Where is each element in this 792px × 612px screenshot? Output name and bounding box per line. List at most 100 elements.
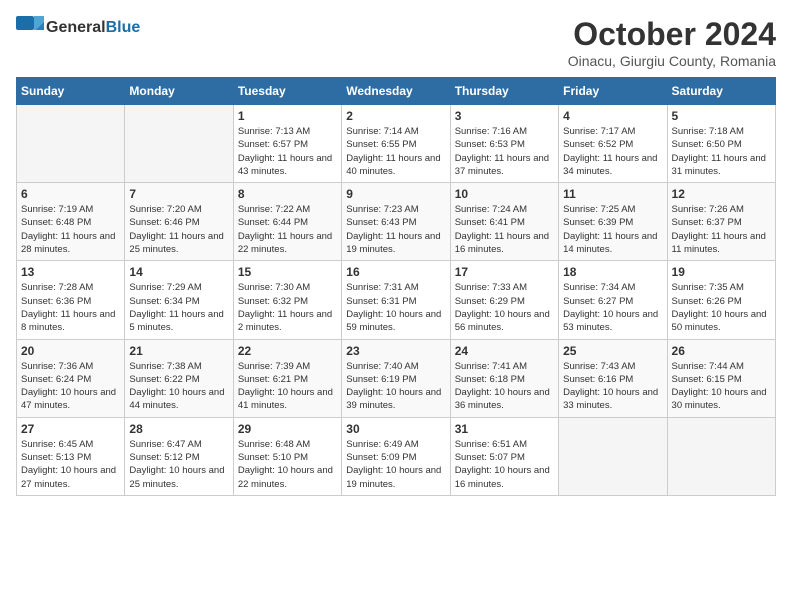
logo-blue: Blue — [106, 19, 141, 36]
calendar-day-cell: 19Sunrise: 7:35 AM Sunset: 6:26 PM Dayli… — [667, 261, 775, 339]
day-detail: Sunrise: 7:38 AM Sunset: 6:22 PM Dayligh… — [129, 360, 228, 413]
calendar-day-cell: 31 Sunrise: 6:51 AM Sunset: 5:07 PM Dayli… — [450, 417, 558, 495]
calendar-week-row: 6 Sunrise: 7:19 AM Sunset: 6:48 PM Daylig… — [17, 183, 776, 261]
day-detail: Sunrise: 7:26 AM Sunset: 6:37 PM Dayligh… — [672, 203, 771, 256]
logo-general: General — [46, 19, 106, 36]
day-number: 1 — [238, 109, 337, 123]
day-detail: Sunrise: 6:49 AM Sunset: 5:09 PM Dayligh… — [346, 438, 445, 491]
day-detail: Sunrise: 7:18 AM Sunset: 6:50 PM Dayligh… — [672, 125, 771, 178]
day-detail: Sunrise: 7:28 AM Sunset: 6:36 PM Dayligh… — [21, 281, 120, 334]
calendar-week-row: 1 Sunrise: 7:13 AM Sunset: 6:57 PM Daylig… — [17, 105, 776, 183]
calendar-day-cell: 29Sunrise: 6:48 AM Sunset: 5:10 PM Dayli… — [233, 417, 341, 495]
weekday-header-cell: Sunday — [17, 78, 125, 105]
location-title: Oinacu, Giurgiu County, Romania — [568, 53, 776, 69]
day-number: 24 — [455, 344, 554, 358]
day-number: 8 — [238, 187, 337, 201]
calendar-day-cell: 20 Sunrise: 7:36 AM Sunset: 6:24 PM Dayli… — [17, 339, 125, 417]
day-number: 9 — [346, 187, 445, 201]
day-number: 14 — [129, 265, 228, 279]
weekday-header-cell: Thursday — [450, 78, 558, 105]
calendar-day-cell: 4 Sunrise: 7:17 AM Sunset: 6:52 PM Daylig… — [559, 105, 667, 183]
day-detail: Sunrise: 7:25 AM Sunset: 6:39 PM Dayligh… — [563, 203, 662, 256]
calendar-week-row: 27 Sunrise: 6:45 AM Sunset: 5:13 PM Dayli… — [17, 417, 776, 495]
day-detail: Sunrise: 7:24 AM Sunset: 6:41 PM Dayligh… — [455, 203, 554, 256]
day-detail: Sunrise: 7:35 AM Sunset: 6:26 PM Dayligh… — [672, 281, 771, 334]
day-detail: Sunrise: 7:31 AM Sunset: 6:31 PM Dayligh… — [346, 281, 445, 334]
day-number: 31 — [455, 422, 554, 436]
day-detail: Sunrise: 7:17 AM Sunset: 6:52 PM Dayligh… — [563, 125, 662, 178]
day-detail: Sunrise: 7:41 AM Sunset: 6:18 PM Dayligh… — [455, 360, 554, 413]
calendar-day-cell: 22 Sunrise: 7:39 AM Sunset: 6:21 PM Dayli… — [233, 339, 341, 417]
day-detail: Sunrise: 7:34 AM Sunset: 6:27 PM Dayligh… — [563, 281, 662, 334]
day-detail: Sunrise: 7:40 AM Sunset: 6:19 PM Dayligh… — [346, 360, 445, 413]
day-number: 12 — [672, 187, 771, 201]
day-detail: Sunrise: 7:36 AM Sunset: 6:24 PM Dayligh… — [21, 360, 120, 413]
weekday-header-cell: Wednesday — [342, 78, 450, 105]
calendar-day-cell: 24 Sunrise: 7:41 AM Sunset: 6:18 PM Dayli… — [450, 339, 558, 417]
calendar-day-cell: 7 Sunrise: 7:20 AM Sunset: 6:46 PM Daylig… — [125, 183, 233, 261]
day-number: 20 — [21, 344, 120, 358]
day-detail: Sunrise: 6:45 AM Sunset: 5:13 PM Dayligh… — [21, 438, 120, 491]
day-detail: Sunrise: 7:16 AM Sunset: 6:53 PM Dayligh… — [455, 125, 554, 178]
day-detail: Sunrise: 6:48 AM Sunset: 5:10 PM Dayligh… — [238, 438, 337, 491]
calendar-day-cell: 3 Sunrise: 7:16 AM Sunset: 6:53 PM Daylig… — [450, 105, 558, 183]
day-detail: Sunrise: 7:44 AM Sunset: 6:15 PM Dayligh… — [672, 360, 771, 413]
calendar-week-row: 20 Sunrise: 7:36 AM Sunset: 6:24 PM Dayli… — [17, 339, 776, 417]
calendar-day-cell: 18 Sunrise: 7:34 AM Sunset: 6:27 PM Dayli… — [559, 261, 667, 339]
calendar-day-cell: 5Sunrise: 7:18 AM Sunset: 6:50 PM Daylig… — [667, 105, 775, 183]
calendar-day-cell — [667, 417, 775, 495]
calendar-day-cell — [559, 417, 667, 495]
calendar-day-cell: 27 Sunrise: 6:45 AM Sunset: 5:13 PM Dayli… — [17, 417, 125, 495]
calendar-day-cell: 1 Sunrise: 7:13 AM Sunset: 6:57 PM Daylig… — [233, 105, 341, 183]
day-number: 22 — [238, 344, 337, 358]
calendar-day-cell: 13 Sunrise: 7:28 AM Sunset: 6:36 PM Dayli… — [17, 261, 125, 339]
calendar-day-cell: 15Sunrise: 7:30 AM Sunset: 6:32 PM Dayli… — [233, 261, 341, 339]
day-number: 7 — [129, 187, 228, 201]
day-detail: Sunrise: 7:33 AM Sunset: 6:29 PM Dayligh… — [455, 281, 554, 334]
day-number: 2 — [346, 109, 445, 123]
day-detail: Sunrise: 7:29 AM Sunset: 6:34 PM Dayligh… — [129, 281, 228, 334]
calendar-day-cell: 28 Sunrise: 6:47 AM Sunset: 5:12 PM Dayli… — [125, 417, 233, 495]
day-detail: Sunrise: 7:13 AM Sunset: 6:57 PM Dayligh… — [238, 125, 337, 178]
day-number: 4 — [563, 109, 662, 123]
calendar-day-cell: 17 Sunrise: 7:33 AM Sunset: 6:29 PM Dayli… — [450, 261, 558, 339]
calendar-day-cell — [17, 105, 125, 183]
calendar-day-cell: 14 Sunrise: 7:29 AM Sunset: 6:34 PM Dayli… — [125, 261, 233, 339]
day-detail: Sunrise: 6:47 AM Sunset: 5:12 PM Dayligh… — [129, 438, 228, 491]
weekday-header-cell: Friday — [559, 78, 667, 105]
calendar-day-cell: 25Sunrise: 7:43 AM Sunset: 6:16 PM Dayli… — [559, 339, 667, 417]
day-number: 13 — [21, 265, 120, 279]
calendar-week-row: 13 Sunrise: 7:28 AM Sunset: 6:36 PM Dayli… — [17, 261, 776, 339]
day-detail: Sunrise: 7:39 AM Sunset: 6:21 PM Dayligh… — [238, 360, 337, 413]
day-number: 30 — [346, 422, 445, 436]
day-number: 23 — [346, 344, 445, 358]
day-number: 21 — [129, 344, 228, 358]
calendar-day-cell: 10Sunrise: 7:24 AM Sunset: 6:41 PM Dayli… — [450, 183, 558, 261]
calendar-day-cell: 6 Sunrise: 7:19 AM Sunset: 6:48 PM Daylig… — [17, 183, 125, 261]
calendar-day-cell: 16 Sunrise: 7:31 AM Sunset: 6:31 PM Dayli… — [342, 261, 450, 339]
calendar-day-cell: 12 Sunrise: 7:26 AM Sunset: 6:37 PM Dayli… — [667, 183, 775, 261]
day-number: 3 — [455, 109, 554, 123]
calendar-day-cell: 11 Sunrise: 7:25 AM Sunset: 6:39 PM Dayli… — [559, 183, 667, 261]
day-number: 28 — [129, 422, 228, 436]
calendar-day-cell: 26Sunrise: 7:44 AM Sunset: 6:15 PM Dayli… — [667, 339, 775, 417]
day-number: 11 — [563, 187, 662, 201]
day-detail: Sunrise: 7:43 AM Sunset: 6:16 PM Dayligh… — [563, 360, 662, 413]
day-number: 27 — [21, 422, 120, 436]
calendar-day-cell: 9 Sunrise: 7:23 AM Sunset: 6:43 PM Daylig… — [342, 183, 450, 261]
day-detail: Sunrise: 7:23 AM Sunset: 6:43 PM Dayligh… — [346, 203, 445, 256]
month-title: October 2024 — [568, 16, 776, 53]
day-number: 16 — [346, 265, 445, 279]
day-number: 17 — [455, 265, 554, 279]
calendar-day-cell: 2Sunrise: 7:14 AM Sunset: 6:55 PM Daylig… — [342, 105, 450, 183]
day-number: 6 — [21, 187, 120, 201]
weekday-header-cell: Tuesday — [233, 78, 341, 105]
day-number: 18 — [563, 265, 662, 279]
day-detail: Sunrise: 6:51 AM Sunset: 5:07 PM Dayligh… — [455, 438, 554, 491]
calendar-day-cell: 21 Sunrise: 7:38 AM Sunset: 6:22 PM Dayli… — [125, 339, 233, 417]
calendar-day-cell — [125, 105, 233, 183]
day-detail: Sunrise: 7:19 AM Sunset: 6:48 PM Dayligh… — [21, 203, 120, 256]
day-detail: Sunrise: 7:20 AM Sunset: 6:46 PM Dayligh… — [129, 203, 228, 256]
title-area: October 2024 Oinacu, Giurgiu County, Rom… — [568, 16, 776, 69]
day-detail: Sunrise: 7:30 AM Sunset: 6:32 PM Dayligh… — [238, 281, 337, 334]
